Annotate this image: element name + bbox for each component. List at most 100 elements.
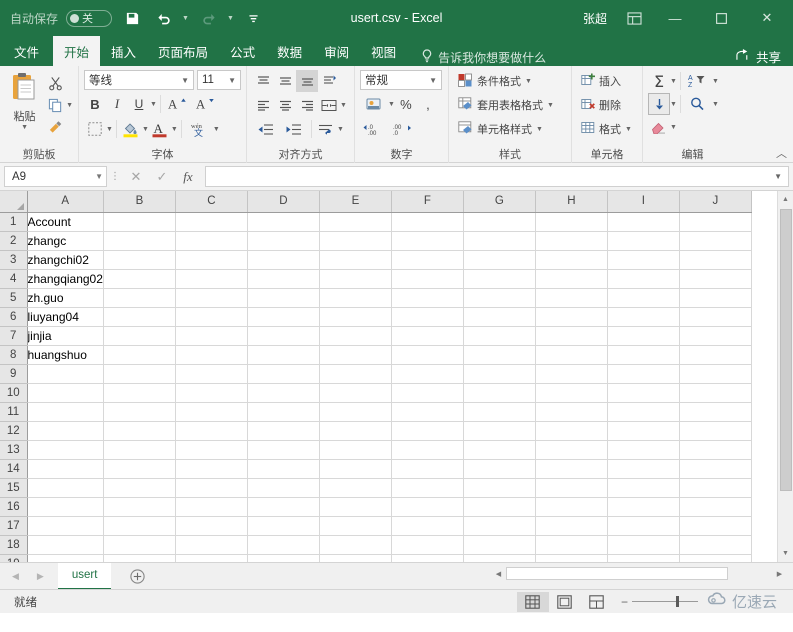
grid-cell-F4[interactable] <box>391 269 464 289</box>
ribbon-display-options-icon[interactable] <box>617 0 651 36</box>
grid-cell-G3[interactable] <box>463 250 536 270</box>
grid-cell-G17[interactable] <box>463 516 536 536</box>
grid-cell-F6[interactable] <box>391 307 464 327</box>
percent-style-button[interactable]: % <box>395 93 417 115</box>
grid-cell-G15[interactable] <box>463 478 536 498</box>
grid-cell-C9[interactable] <box>175 364 248 384</box>
grid-cell-B17[interactable] <box>103 516 176 536</box>
tab-view[interactable]: 视图 <box>360 36 407 66</box>
grid-cell-H19[interactable] <box>535 554 608 562</box>
grid-cell-J8[interactable] <box>679 345 752 365</box>
save-icon[interactable] <box>120 6 144 30</box>
vertical-scroll-thumb[interactable] <box>779 209 792 491</box>
grid-cell-F19[interactable] <box>391 554 464 562</box>
grid-cell-J6[interactable] <box>679 307 752 327</box>
bold-button[interactable]: B <box>84 93 106 115</box>
grid-cell-E3[interactable] <box>319 250 392 270</box>
grid-cell-D8[interactable] <box>247 345 320 365</box>
autosum-button[interactable]: Σ <box>648 70 670 92</box>
grid-cell-C13[interactable] <box>175 440 248 460</box>
sort-filter-dropdown-caret[interactable]: ▼ <box>712 78 719 85</box>
grid-cell-E13[interactable] <box>319 440 392 460</box>
expand-formula-bar-icon[interactable]: ▼ <box>774 172 784 181</box>
grid-cell-C11[interactable] <box>175 402 248 422</box>
underline-button[interactable]: U <box>128 93 150 115</box>
grid-cell-F7[interactable] <box>391 326 464 346</box>
row-header[interactable]: 10 <box>0 383 28 403</box>
insert-cells-button[interactable]: 插入 <box>577 70 636 92</box>
grid-cell-F2[interactable] <box>391 231 464 251</box>
grid-cell-D10[interactable] <box>247 383 320 403</box>
tab-review[interactable]: 审阅 <box>313 36 360 66</box>
redo-dropdown-caret[interactable]: ▼ <box>227 15 234 22</box>
horizontal-scroll-track[interactable] <box>506 567 772 580</box>
add-sheet-icon[interactable] <box>123 568 151 584</box>
grid-cell-H13[interactable] <box>535 440 608 460</box>
grid-cell-J17[interactable] <box>679 516 752 536</box>
align-middle-icon[interactable] <box>274 70 296 92</box>
row-header[interactable]: 4 <box>0 269 28 289</box>
grid-cell-H1[interactable] <box>535 212 608 232</box>
align-right-icon[interactable] <box>296 94 318 116</box>
cancel-icon[interactable]: ✕ <box>123 166 149 188</box>
confirm-icon[interactable]: ✓ <box>149 166 175 188</box>
grid-cell-E8[interactable] <box>319 345 392 365</box>
grid-cell-G19[interactable] <box>463 554 536 562</box>
grid-cell-E14[interactable] <box>319 459 392 479</box>
tab-page-layout[interactable]: 页面布局 <box>147 36 219 66</box>
column-header-a[interactable]: A <box>27 191 104 213</box>
grid-cell-I13[interactable] <box>607 440 680 460</box>
column-header-f[interactable]: F <box>391 191 464 213</box>
tab-insert[interactable]: 插入 <box>100 36 147 66</box>
grid-cell-C15[interactable] <box>175 478 248 498</box>
grid-cell-H17[interactable] <box>535 516 608 536</box>
wrap-text-dropdown-caret[interactable]: ▼ <box>337 126 344 133</box>
accounting-format-icon[interactable] <box>360 93 388 115</box>
collapse-ribbon-icon[interactable]: ︿ <box>776 145 787 161</box>
redo-icon[interactable] <box>197 6 221 30</box>
grid-cell-J9[interactable] <box>679 364 752 384</box>
grid-cell-E17[interactable] <box>319 516 392 536</box>
grid-cell-D13[interactable] <box>247 440 320 460</box>
find-select-dropdown-caret[interactable]: ▼ <box>712 101 719 108</box>
grid-cell-G12[interactable] <box>463 421 536 441</box>
grid-cell-A19[interactable] <box>27 554 104 562</box>
row-header[interactable]: 19 <box>0 554 28 562</box>
grid-cell-G7[interactable] <box>463 326 536 346</box>
grid-cell-I8[interactable] <box>607 345 680 365</box>
grid-cell-J7[interactable] <box>679 326 752 346</box>
wrap-text-icon[interactable] <box>315 118 337 140</box>
grid-cell-E7[interactable] <box>319 326 392 346</box>
copy-dropdown-caret[interactable]: ▼ <box>66 102 73 109</box>
grid-cell-J14[interactable] <box>679 459 752 479</box>
scroll-left-icon[interactable]: ◀ <box>491 566 506 581</box>
grid-cell-E2[interactable] <box>319 231 392 251</box>
zoom-control[interactable]: − <box>613 595 706 609</box>
grid-cell-J15[interactable] <box>679 478 752 498</box>
vertical-scrollbar[interactable]: ▲ ▼ <box>777 191 793 562</box>
row-header[interactable]: 5 <box>0 288 28 308</box>
clear-icon[interactable] <box>648 116 670 138</box>
grid-cell-I19[interactable] <box>607 554 680 562</box>
previous-sheet-icon[interactable]: ◀ <box>12 571 19 582</box>
column-header-i[interactable]: I <box>607 191 680 213</box>
grid-cell-C10[interactable] <box>175 383 248 403</box>
grid-cell-B15[interactable] <box>103 478 176 498</box>
grid-cell-I17[interactable] <box>607 516 680 536</box>
format-cells-button[interactable]: 格式 ▼ <box>577 118 636 140</box>
grid-cell-A7[interactable]: jinjia <box>27 326 104 346</box>
grid-cell-A9[interactable] <box>27 364 104 384</box>
grid-cell-F5[interactable] <box>391 288 464 308</box>
row-header[interactable]: 15 <box>0 478 28 498</box>
grid-cell-B11[interactable] <box>103 402 176 422</box>
paste-button[interactable]: 粘贴 ▼ <box>5 70 44 131</box>
grid-cell-E11[interactable] <box>319 402 392 422</box>
grid-cell-I14[interactable] <box>607 459 680 479</box>
grid-cell-H7[interactable] <box>535 326 608 346</box>
paste-dropdown-caret[interactable]: ▼ <box>21 124 28 131</box>
borders-icon[interactable] <box>84 118 106 140</box>
grid-cell-C17[interactable] <box>175 516 248 536</box>
grid-cell-I9[interactable] <box>607 364 680 384</box>
grid-cell-G9[interactable] <box>463 364 536 384</box>
grid-cell-J18[interactable] <box>679 535 752 555</box>
